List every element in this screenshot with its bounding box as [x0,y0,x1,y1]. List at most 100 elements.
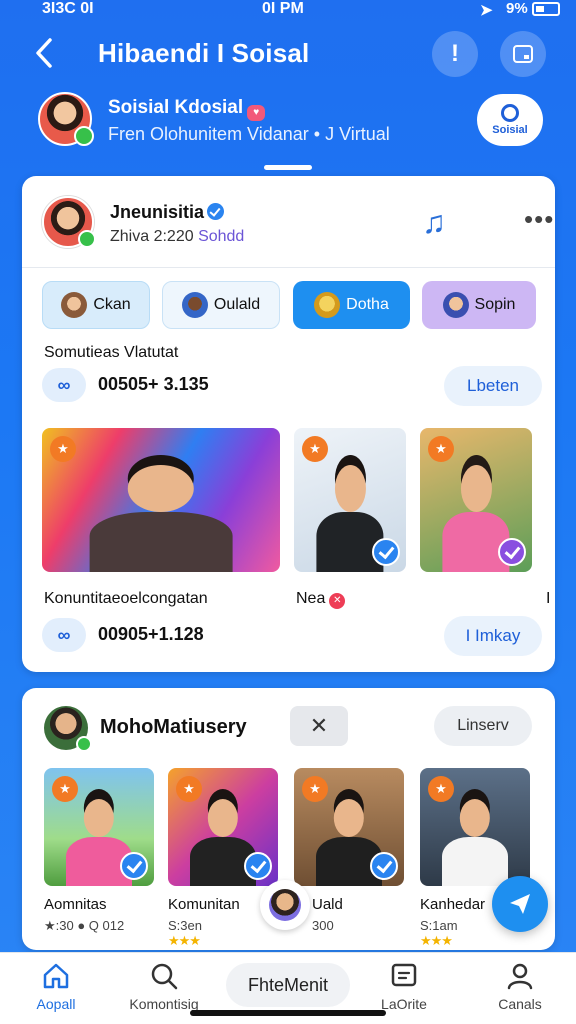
member-stats-text: S:3en [168,918,202,933]
check-icon [372,538,400,566]
person-head [83,798,115,838]
person-head [334,465,366,513]
send-fab[interactable] [492,876,548,932]
tab-label: LaOrite [381,996,427,1012]
person-body [442,512,510,572]
post-status: Sohdd [198,228,245,245]
member-stats: S:1am ★★★ [420,918,458,949]
photo-caption: Nea ✕ [296,590,346,609]
close-toggle-button[interactable]: ✕ [290,706,348,746]
fire-badge-icon: ★ [302,436,328,462]
chip-avatar-icon [181,292,208,318]
photo-tile[interactable]: ★ [294,428,406,572]
person-head [128,465,194,513]
home-indicator[interactable] [190,1010,386,1016]
member-stats: S:3en ★★★ [168,918,202,949]
community-subtitle: Fren Olohunitem Vidanar • J Virtual [108,124,390,144]
close-icon: ✕ [309,713,329,738]
chip-avatar-icon [442,292,469,318]
person-head [459,798,491,838]
search-icon [151,963,178,990]
chip-selected[interactable]: Dotha [293,281,410,329]
tab-label: Komontisig [129,996,199,1012]
window-icon [513,45,533,63]
community-avatar[interactable] [38,92,94,146]
person-body [316,512,384,572]
photo-tile[interactable]: ★ [42,428,280,572]
chip-label: Dotha [346,296,389,313]
count-row: ∞ 00505+ 3.135 Lbeten [42,366,542,406]
post-time: Zhiva 2:220 [110,228,194,245]
photo-tile[interactable]: ★ [420,428,532,572]
status-time: 0I PM [262,0,304,17]
member-name: Kanhedar [420,896,486,913]
member-name: Komunitan [168,896,240,913]
member-name: Uald [312,896,343,913]
chip[interactable]: Sopin [422,281,536,329]
count-row: ∞ 00905+1.128 I Imkay [42,616,542,656]
chip-label: Ckan [93,296,131,313]
author-name-text: Jneunisitia [110,202,205,222]
community-name-text: Soisial Kdosial [108,97,244,118]
member-photo[interactable]: ★ [44,768,154,886]
group-avatar[interactable] [44,706,92,752]
battery-icon [532,2,560,16]
member-photo[interactable]: ★ [420,768,530,886]
back-button[interactable] [30,36,60,70]
check-icon [120,852,148,880]
online-dot-icon [78,230,96,248]
person-body [89,512,233,572]
online-dot-icon [74,126,94,146]
person-head [460,465,492,513]
tab-home[interactable]: Aopall [8,961,104,1023]
drag-handle[interactable] [264,165,312,170]
tab-label: Canals [498,996,542,1012]
member-photo[interactable]: ★ [168,768,278,886]
person-head [207,798,239,838]
home-icon [43,963,69,989]
chip[interactable]: Oulald [162,281,280,329]
music-note-icon: ♫ [422,204,446,240]
link-icon[interactable]: ∞ [42,618,86,652]
action-pill[interactable]: Lbeten [444,366,542,406]
person-image [442,798,508,886]
person-body [442,837,508,886]
status-bar: 3I3C 0I 0I PM ➤ 9% [0,0,576,22]
post-header: Jneunisitia Zhiva 2:220 Sohdd ♫ ••• [22,176,555,268]
community-name: Soisial Kdosial ♥ [108,97,266,121]
social-button-label: Soisial [492,124,528,136]
link-icon[interactable]: ∞ [42,368,86,402]
group-pill[interactable]: Linserv [434,706,532,746]
community-info: Soisial Kdosial ♥ Fren Olohunitem Vidanar… [0,90,576,160]
photo-caption: Konuntitaeoelcongatan [44,590,208,607]
member-stats: 300 [312,918,334,933]
action-pill[interactable]: I Imkay [444,616,542,656]
chip-label: Sopin [474,296,516,313]
message-icon [391,963,417,987]
member-name: Aomnitas [44,896,107,913]
tab-profile[interactable]: Canals [472,961,568,1023]
count-value: 00905+1.128 [98,624,204,644]
floating-avatar[interactable] [260,880,310,930]
social-button[interactable]: Soisial [477,94,543,146]
author-name[interactable]: Jneunisitia [110,202,225,223]
author-avatar[interactable] [42,196,96,248]
member-stats-text: S:1am [420,918,458,933]
chip-avatar-icon [61,292,88,318]
alert-button[interactable]: ! [432,31,478,77]
check-icon [370,852,398,880]
member-stats: ★:30 ● Q 012 [44,918,125,933]
back-arrow-icon [36,38,52,68]
center-tab-button[interactable]: FhteMenit [226,963,350,1007]
check-icon [498,538,526,566]
avatar-image [269,889,301,921]
battery-percent: 9% [506,0,528,17]
more-options-icon[interactable]: ••• [524,204,554,235]
close-badge-icon[interactable]: ✕ [329,593,346,609]
window-button[interactable] [500,31,546,77]
section-title: Somutieas Vlatutat [44,344,179,361]
fire-badge-icon: ★ [50,436,76,462]
member-photo[interactable]: ★ [294,768,404,886]
photo-caption: I [546,590,551,607]
chip[interactable]: Ckan [42,281,150,329]
